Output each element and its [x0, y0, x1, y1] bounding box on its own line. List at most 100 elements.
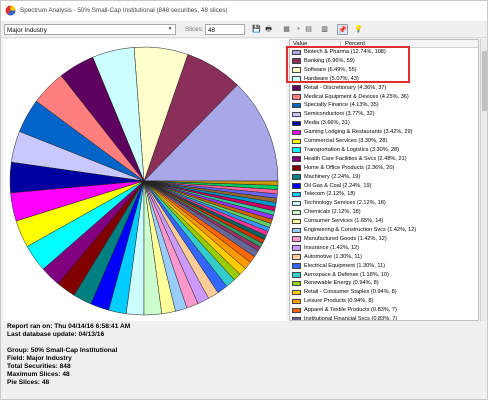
legend-item[interactable]: Specialty Finance (4.13%, 35) — [290, 102, 478, 109]
legend-item[interactable]: Retail - Discretionary (4.36%, 37) — [290, 84, 478, 92]
legend-swatch — [292, 174, 301, 180]
spectrum-analysis-window: Spectrum Analysis - 50% Small-Cap Instit… — [0, 0, 488, 400]
highlight-annotation — [286, 46, 410, 83]
legend-item[interactable]: Home & Office Products (2.36%, 20) — [290, 165, 478, 172]
legend-item[interactable]: Chemicals (2.12%, 18) — [290, 209, 478, 216]
legend-item[interactable]: Institutional Financial Svcs (0.83%, 7) — [290, 316, 478, 321]
legend-label: Media (3.66%, 31) — [304, 120, 350, 127]
legend-item[interactable]: Transportation & Logistics (3.30%, 28) — [290, 146, 478, 154]
chevron-down-icon[interactable]: ▼ — [165, 25, 175, 34]
legend-label: Institutional Financial Svcs (0.83%, 7) — [304, 316, 398, 321]
legend-label: Consumer Services (1.65%, 14) — [304, 218, 384, 225]
lower-right-panel — [289, 323, 487, 399]
legend-item[interactable]: Commercial Services (3.30%, 28) — [290, 138, 478, 145]
legend-swatch — [292, 307, 301, 314]
legend-label: Electrical Equipment (1.30%, 11) — [304, 262, 386, 269]
app-icon — [5, 5, 16, 16]
legend-swatch — [292, 85, 301, 91]
report-info: Report ran on: Thu 04/14/16 6:58:41 AM L… — [7, 323, 287, 387]
report-group: Group: 50% Small-Cap Institutional — [7, 347, 118, 354]
slices-value: 48 — [208, 26, 216, 34]
legend-swatch — [292, 102, 301, 109]
legend-item[interactable]: Leisure Products (0.94%, 8) — [290, 298, 478, 305]
report-field: Field: Major Industry — [7, 355, 72, 362]
legend-label: Retail - Consumer Staples (0.94%, 8) — [304, 289, 397, 296]
legend-item[interactable]: Oil Gas & Coal (2.24%, 19) — [290, 182, 478, 190]
legend-label: Gaming Lodging & Restaurants (3.42%, 29) — [304, 129, 413, 136]
legend-label: Leisure Products (0.94%, 8) — [304, 298, 374, 305]
legend-item[interactable]: Retail - Consumer Staples (0.94%, 8) — [290, 289, 478, 296]
legend-item[interactable]: Gaming Lodging & Restaurants (3.42%, 29) — [290, 129, 478, 136]
pie-chart — [9, 46, 279, 316]
help-icon[interactable]: 💡 — [353, 24, 364, 35]
legend-swatch — [292, 280, 301, 287]
legend-label: Semiconductors (3.77%, 32) — [304, 111, 375, 118]
legend-item[interactable]: Medical Equipment & Devices (4.25%, 36) — [290, 93, 478, 101]
legend-swatch — [292, 254, 301, 260]
legend-item[interactable]: Electrical Equipment (1.30%, 11) — [290, 262, 478, 270]
report-max-slices: Maximum Slices: 48 — [7, 371, 70, 378]
legend-item[interactable]: Insurance (1.42%, 12) — [290, 245, 478, 252]
legend-swatch — [292, 227, 301, 233]
legend-swatch — [292, 94, 301, 100]
legend-swatch — [292, 191, 301, 198]
legend-swatch — [292, 263, 301, 269]
legend-swatch — [292, 209, 301, 216]
list-icon[interactable]: ▥ — [319, 24, 330, 35]
legend-label: Technology Services (2.12%, 18) — [304, 200, 386, 207]
legend-item[interactable]: Engineering & Construction Svcs (1.42%, … — [290, 227, 478, 234]
legend-item[interactable]: Aerospace & Defense (1.18%, 10) — [290, 271, 478, 279]
legend-item[interactable]: Automotive (1.30%, 11) — [290, 253, 478, 261]
legend-item[interactable]: Manufactured Goods (1.42%, 12) — [290, 236, 478, 243]
legend-label: Automotive (1.30%, 11) — [304, 253, 363, 260]
legend-item[interactable]: Apparel & Textile Products (0.83%, 7) — [290, 307, 478, 314]
legend-item[interactable]: Media (3.66%, 31) — [290, 120, 478, 127]
legend-item[interactable]: Semiconductors (3.77%, 32) — [290, 111, 478, 118]
legend-swatch — [292, 147, 301, 153]
legend-label: Oil Gas & Coal (2.24%, 19) — [304, 182, 372, 189]
legend-item[interactable]: Machinery (2.24%, 19) — [290, 173, 478, 181]
legend-item[interactable]: Telecom (2.12%, 18) — [290, 191, 478, 198]
legend-label: Medical Equipment & Devices (4.25%, 36) — [304, 93, 409, 100]
legend-scrollbar[interactable] — [480, 39, 487, 321]
legend-label: Transportation & Logistics (3.30%, 28) — [304, 146, 399, 153]
legend-item[interactable]: Renewable Energy (0.94%, 8) — [290, 280, 478, 287]
legend-swatch — [292, 183, 301, 189]
legend-label: Retail - Discretionary (4.36%, 37) — [304, 84, 387, 91]
window-title: Spectrum Analysis - 50% Small-Cap Instit… — [20, 7, 228, 14]
slices-label: Slices: — [185, 26, 204, 33]
legend-label: Apparel & Textile Products (0.83%, 7) — [304, 307, 397, 314]
pin-icon[interactable]: 📌 — [337, 24, 348, 35]
print-icon[interactable]: 🖶 — [263, 24, 274, 35]
report-run-on: Report ran on: Thu 04/14/16 6:58:41 AM — [7, 323, 131, 330]
toolbar: Major Industry ▼ Slices: 48 💾 🖶 ▦ ▾ ▤ ▥ … — [1, 21, 487, 38]
legend-swatch — [292, 165, 301, 171]
report-total: Total Securities: 848 — [7, 363, 71, 370]
legend-swatch — [292, 236, 301, 242]
title-bar: Spectrum Analysis - 50% Small-Cap Instit… — [1, 1, 487, 21]
grid-icon[interactable]: ▤ — [303, 24, 314, 35]
legend-item[interactable]: Consumer Services (1.65%, 14) — [290, 218, 478, 225]
legend-swatch — [292, 200, 301, 207]
legend-swatch — [292, 156, 301, 162]
field-select[interactable]: Major Industry ▼ — [4, 24, 176, 35]
legend-label: Machinery (2.24%, 19) — [304, 173, 361, 180]
legend-item[interactable]: Health Care Facilities & Svcs (2.48%, 21… — [290, 156, 478, 163]
scroll-thumb[interactable] — [482, 51, 487, 111]
legend-label: Specialty Finance (4.13%, 35) — [304, 102, 379, 109]
save-icon[interactable]: 💾 — [251, 24, 262, 35]
legend-swatch — [292, 138, 301, 144]
legend-label: Telecom (2.12%, 18) — [304, 191, 356, 198]
legend-swatch — [292, 120, 301, 127]
slices-input[interactable]: 48 — [205, 24, 245, 35]
report-pie-slices: Pie Slices: 48 — [7, 379, 50, 386]
legend-label: Engineering & Construction Svcs (1.42%, … — [304, 227, 417, 233]
legend-swatch — [292, 298, 301, 305]
legend-label: Renewable Energy (0.94%, 8) — [304, 280, 379, 287]
legend-item[interactable]: Technology Services (2.12%, 18) — [290, 200, 478, 207]
legend-label: Aerospace & Defense (1.18%, 10) — [304, 271, 389, 278]
pie-chart-area — [3, 39, 287, 321]
chart-type-icon[interactable]: ▦ — [281, 24, 292, 35]
legend-swatch — [292, 129, 301, 136]
